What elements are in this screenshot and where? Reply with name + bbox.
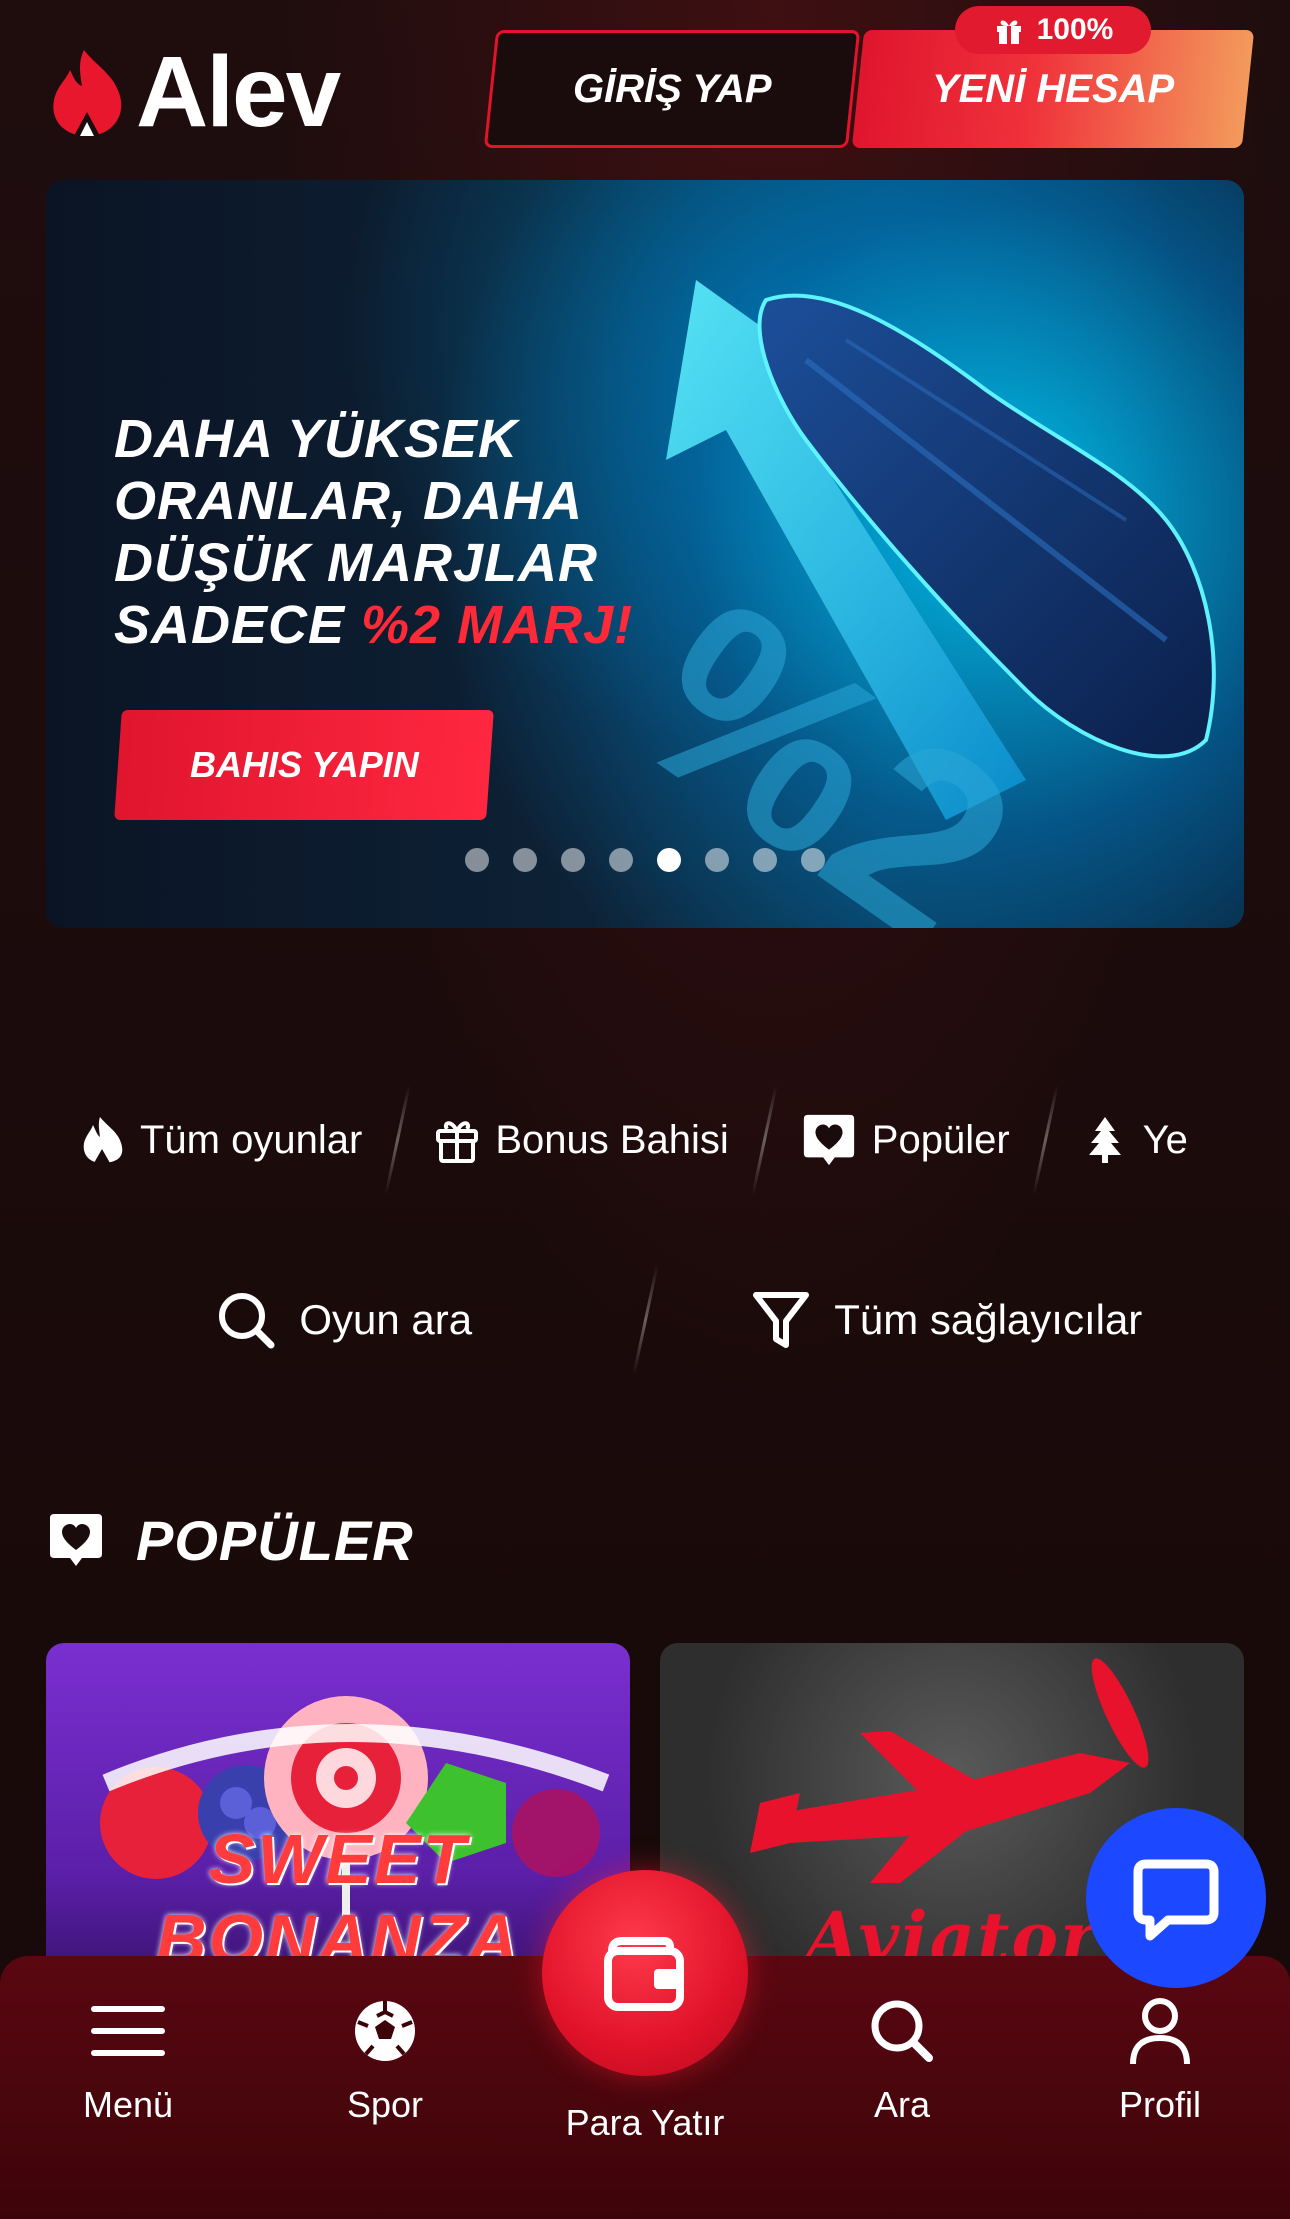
- soccer-ball-icon: [355, 2001, 415, 2061]
- nav-menu-label: Menü: [82, 2084, 174, 2125]
- tab-new-label: Ye: [1142, 1117, 1188, 1162]
- category-tabs: Tüm oyunlar Bonus Bahisi Popüler Ye: [44, 1080, 1246, 1200]
- tab-bonus-bet-label: Bonus Bahisi: [495, 1117, 729, 1162]
- bonus-badge: 100%: [955, 6, 1151, 54]
- banner-headline-line: SADECE %2 MARJ!: [114, 594, 633, 656]
- tab-bonus-bet[interactable]: Bonus Bahisi: [399, 1080, 762, 1200]
- search-icon: [871, 2000, 933, 2062]
- bonus-badge-text: 100%: [1036, 13, 1114, 46]
- bottom-navigation: Menü Spor Para Yatır Ara Profil: [0, 1870, 1290, 2219]
- football-boot-illustration: %2: [606, 280, 1216, 928]
- carousel-dot[interactable]: [705, 848, 729, 872]
- game-search-button[interactable]: Oyun ara: [44, 1260, 644, 1380]
- banner-headline-line: DAHA YÜKSEK: [114, 409, 519, 469]
- banner-headline: DAHA YÜKSEK ORANLAR, DAHA DÜŞÜK MARJLAR …: [114, 408, 633, 656]
- bet-now-label: BAHIS YAPIN: [189, 744, 419, 785]
- providers-filter-label: Tüm sağlayıcılar: [834, 1296, 1143, 1343]
- login-label: GİRİŞ YAP: [572, 66, 772, 111]
- nav-profile-label: Profil: [1118, 2084, 1202, 2125]
- providers-filter-button[interactable]: Tüm sağlayıcılar: [647, 1260, 1247, 1380]
- search-icon: [219, 1293, 275, 1349]
- game-title: SWEET BONANZA: [156, 1820, 520, 1973]
- tab-all-games[interactable]: Tüm oyunlar: [44, 1080, 396, 1200]
- user-icon: [1130, 1998, 1190, 2065]
- bet-now-button[interactable]: BAHIS YAPIN: [114, 710, 494, 820]
- carousel-dot[interactable]: [609, 848, 633, 872]
- nav-menu[interactable]: Menü: [38, 1996, 218, 2126]
- nav-deposit[interactable]: Para Yatır: [542, 1870, 748, 2144]
- carousel-dot[interactable]: [801, 848, 825, 872]
- nav-deposit-label: Para Yatır: [565, 2102, 725, 2143]
- tab-new[interactable]: Ye: [1047, 1080, 1222, 1200]
- carousel-dot[interactable]: [561, 848, 585, 872]
- login-button[interactable]: GİRİŞ YAP: [483, 30, 861, 148]
- nav-profile[interactable]: Profil: [1070, 1996, 1250, 2126]
- banner-headline-prefix: SADECE: [114, 595, 362, 655]
- carousel-dot[interactable]: [657, 848, 681, 872]
- tree-icon: [1088, 1117, 1121, 1163]
- gift-icon: [996, 20, 1021, 44]
- nav-search[interactable]: Ara: [812, 1996, 992, 2126]
- wallet-icon: [604, 1937, 684, 2011]
- search-filter-row: Oyun ara Tüm sağlayıcılar: [44, 1260, 1246, 1380]
- deposit-button[interactable]: [542, 1870, 748, 2076]
- promo-banner[interactable]: %2 DAHA YÜKSEK ORANLAR, DAHA DÜŞÜK MARJL…: [46, 180, 1244, 928]
- tab-popular[interactable]: Popüler: [766, 1080, 1044, 1200]
- tab-popular-label: Popüler: [871, 1117, 1010, 1162]
- carousel-dot[interactable]: [465, 848, 489, 872]
- nav-search-label: Ara: [873, 2084, 931, 2125]
- flame-logo-icon: [53, 50, 122, 136]
- banner-headline-line: DÜŞÜK MARJLAR: [114, 533, 598, 593]
- banner-headline-highlight: %2 MARJ!: [361, 595, 634, 655]
- section-title-text: POPÜLER: [136, 1508, 414, 1572]
- carousel-dot[interactable]: [513, 848, 537, 872]
- logo-text: Alev: [136, 36, 341, 148]
- tab-all-games-label: Tüm oyunlar: [140, 1117, 363, 1162]
- nav-sports[interactable]: Spor: [295, 1996, 475, 2126]
- chat-bubble-icon: [1133, 1859, 1219, 1941]
- banner-headline-line: ORANLAR, DAHA: [114, 471, 583, 531]
- game-card-sweet-bonanza[interactable]: SWEET BONANZA: [46, 1643, 630, 1973]
- hamburger-menu-icon: [91, 2006, 165, 2056]
- nav-sports-label: Spor: [346, 2084, 424, 2125]
- register-label: YENİ HESAP: [931, 66, 1175, 111]
- popular-section-title: POPÜLER: [46, 1505, 414, 1575]
- carousel-dots: [46, 848, 1244, 872]
- heart-badge-icon: [50, 1514, 102, 1566]
- game-search-label: Oyun ara: [299, 1296, 473, 1343]
- gift-icon: [436, 1121, 479, 1163]
- alev-logo[interactable]: Alev: [44, 36, 341, 148]
- heart-badge-icon: [803, 1114, 854, 1166]
- flame-icon: [83, 1117, 123, 1163]
- carousel-dot[interactable]: [753, 848, 777, 872]
- live-chat-button[interactable]: [1086, 1808, 1266, 1988]
- filter-icon: [753, 1292, 810, 1348]
